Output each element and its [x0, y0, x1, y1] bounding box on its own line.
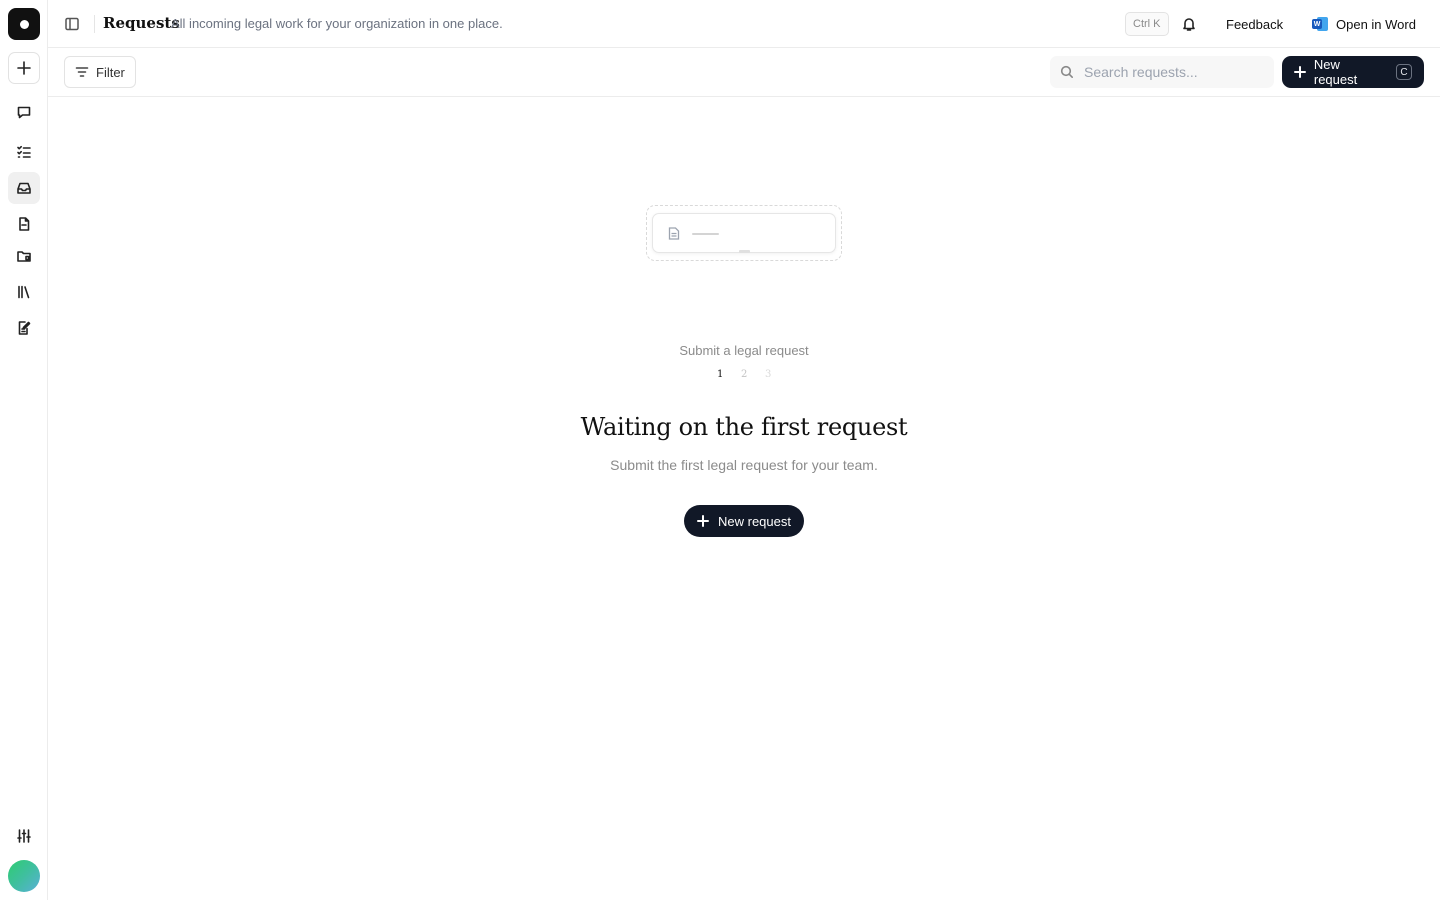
new-request-button[interactable]: New request C	[1282, 56, 1424, 88]
word-icon: W	[1312, 16, 1328, 32]
sidebar-panel-icon	[65, 17, 79, 31]
edit-document-icon	[18, 321, 31, 335]
empty-state-illustration-card	[652, 213, 836, 253]
header-divider	[94, 15, 95, 33]
step-1[interactable]: 1	[717, 369, 723, 380]
settings-sliders-button[interactable]	[8, 820, 40, 852]
sidebar	[0, 0, 48, 900]
new-request-label: New request	[1313, 57, 1358, 87]
open-in-word-button[interactable]: W Open in Word	[1302, 10, 1426, 38]
empty-state-new-request-label: New request	[718, 513, 791, 529]
sidebar-item-requests[interactable]	[8, 172, 40, 204]
new-request-shortcut: C	[1396, 64, 1412, 80]
create-new-button[interactable]	[8, 52, 40, 84]
app-logo[interactable]	[8, 8, 40, 40]
filter-icon	[75, 67, 89, 77]
bell-icon	[1183, 18, 1195, 31]
sidebar-item-documents[interactable]	[8, 208, 40, 240]
folder-icon	[17, 251, 31, 262]
step-3[interactable]: 3	[765, 369, 771, 380]
inbox-icon	[17, 182, 31, 194]
document-icon	[668, 227, 680, 240]
chat-icon	[17, 106, 31, 119]
placeholder-line	[692, 233, 719, 235]
filter-button[interactable]: Filter	[64, 56, 136, 88]
tasks-icon	[17, 145, 31, 158]
document-icon	[19, 217, 30, 231]
sliders-icon	[17, 829, 31, 843]
sidebar-item-library[interactable]	[8, 276, 40, 308]
page-title: Requests	[103, 14, 180, 32]
plus-icon	[697, 515, 709, 527]
top-bar: Requests All incoming legal work for you…	[48, 0, 1440, 48]
user-avatar[interactable]	[8, 860, 40, 892]
sidebar-item-folders[interactable]	[8, 240, 40, 272]
empty-state-new-request-button[interactable]: New request	[684, 505, 804, 537]
toolbar: Filter New request C	[48, 48, 1440, 97]
sidebar-item-tasks[interactable]	[8, 136, 40, 168]
page-subtitle: All incoming legal work for your organiz…	[171, 16, 503, 31]
sidebar-item-chat[interactable]	[8, 96, 40, 128]
plus-icon	[1294, 66, 1306, 78]
empty-state-step-label: Submit a legal request	[679, 343, 809, 358]
step-indicator: 1 2 3	[704, 369, 784, 383]
logo-dot	[19, 19, 29, 29]
open-in-word-label: Open in Word	[1336, 16, 1416, 32]
illustration-tab	[739, 250, 750, 253]
filter-label: Filter	[96, 64, 125, 80]
command-palette-shortcut[interactable]: Ctrl K	[1125, 12, 1169, 36]
notifications-button[interactable]	[1179, 14, 1199, 34]
step-2[interactable]: 2	[741, 369, 747, 380]
empty-state-description: Submit the first legal request for your …	[610, 457, 878, 473]
feedback-button[interactable]: Feedback	[1216, 10, 1293, 38]
plus-icon	[17, 61, 31, 75]
sidebar-item-drafting[interactable]	[8, 312, 40, 344]
search-icon	[1060, 65, 1073, 78]
sidebar-toggle-button[interactable]	[62, 14, 82, 34]
search-box[interactable]	[1050, 56, 1274, 88]
library-icon	[18, 285, 30, 299]
search-input[interactable]	[1084, 64, 1254, 80]
empty-state-heading: Waiting on the first request	[580, 413, 908, 441]
